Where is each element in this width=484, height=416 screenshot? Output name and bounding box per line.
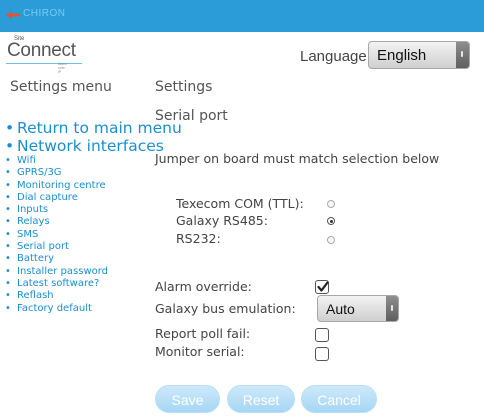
menu-item-installer-password[interactable]: Installer password: [5, 266, 182, 279]
language-select[interactable]: English: [368, 41, 470, 69]
rs232-radio[interactable]: [327, 236, 335, 244]
language-label: Language:: [300, 48, 371, 65]
galaxy-bus-emulation-select[interactable]: Auto: [317, 295, 399, 322]
report-poll-fail-label: Report poll fail:: [155, 326, 251, 341]
page-title: Settings: [155, 79, 213, 95]
product-logo-name: Connect: [7, 40, 76, 61]
jumper-note: Jumper on board must match selection bel…: [155, 151, 440, 166]
menu-item-relays[interactable]: Relays: [5, 216, 182, 229]
checkmark-icon: [317, 281, 329, 292]
galaxy-rs485-label: Galaxy RS485:: [176, 213, 268, 228]
menu-item-serial-port[interactable]: Serial port: [5, 241, 182, 254]
select-arrow-icon: [386, 296, 398, 321]
menu-item-dial-capture[interactable]: Dial capture: [5, 192, 182, 205]
reset-button[interactable]: Reset: [227, 385, 295, 413]
header-bar: CHIRON: [0, 0, 484, 32]
menu-item-sms[interactable]: SMS: [5, 229, 182, 242]
menu-item-battery[interactable]: Battery: [5, 253, 182, 266]
galaxy-bus-emulation-label: Galaxy bus emulation:: [155, 301, 296, 316]
menu-item-inputs[interactable]: Inputs: [5, 204, 182, 217]
menu-item-gprs-3g[interactable]: GPRS/3G: [5, 167, 182, 180]
monitor-serial-label: Monitor serial:: [155, 344, 245, 359]
texecom-com-label: Texecom COM (TTL):: [176, 196, 304, 211]
alarm-override-label: Alarm override:: [155, 279, 252, 294]
monitor-serial-checkbox[interactable]: [315, 347, 329, 361]
menu-item-monitoring-centre[interactable]: Monitoring centre: [5, 180, 182, 193]
product-tagline: Alarm over IP: [58, 62, 68, 74]
brand-name: CHIRON: [23, 8, 66, 19]
galaxy-rs485-radio[interactable]: [327, 217, 335, 225]
arrow-logo-icon: [6, 10, 20, 19]
settings-menu-title: Settings menu: [10, 79, 112, 95]
report-poll-fail-checkbox[interactable]: [315, 328, 329, 342]
language-select-value: English: [377, 47, 427, 64]
menu-item-return-to-main-menu[interactable]: Return to main menu: [5, 119, 182, 137]
rs232-label: RS232:: [176, 231, 221, 246]
texecom-com-radio[interactable]: [327, 200, 335, 208]
alarm-override-checkbox[interactable]: [315, 280, 329, 294]
brand-logo: CHIRON: [6, 8, 65, 19]
logo-underline: [6, 63, 82, 64]
cancel-button[interactable]: Cancel: [301, 385, 377, 413]
galaxy-bus-emulation-value: Auto: [326, 301, 355, 317]
save-button[interactable]: Save: [155, 385, 220, 413]
select-arrow-icon: [456, 42, 469, 68]
